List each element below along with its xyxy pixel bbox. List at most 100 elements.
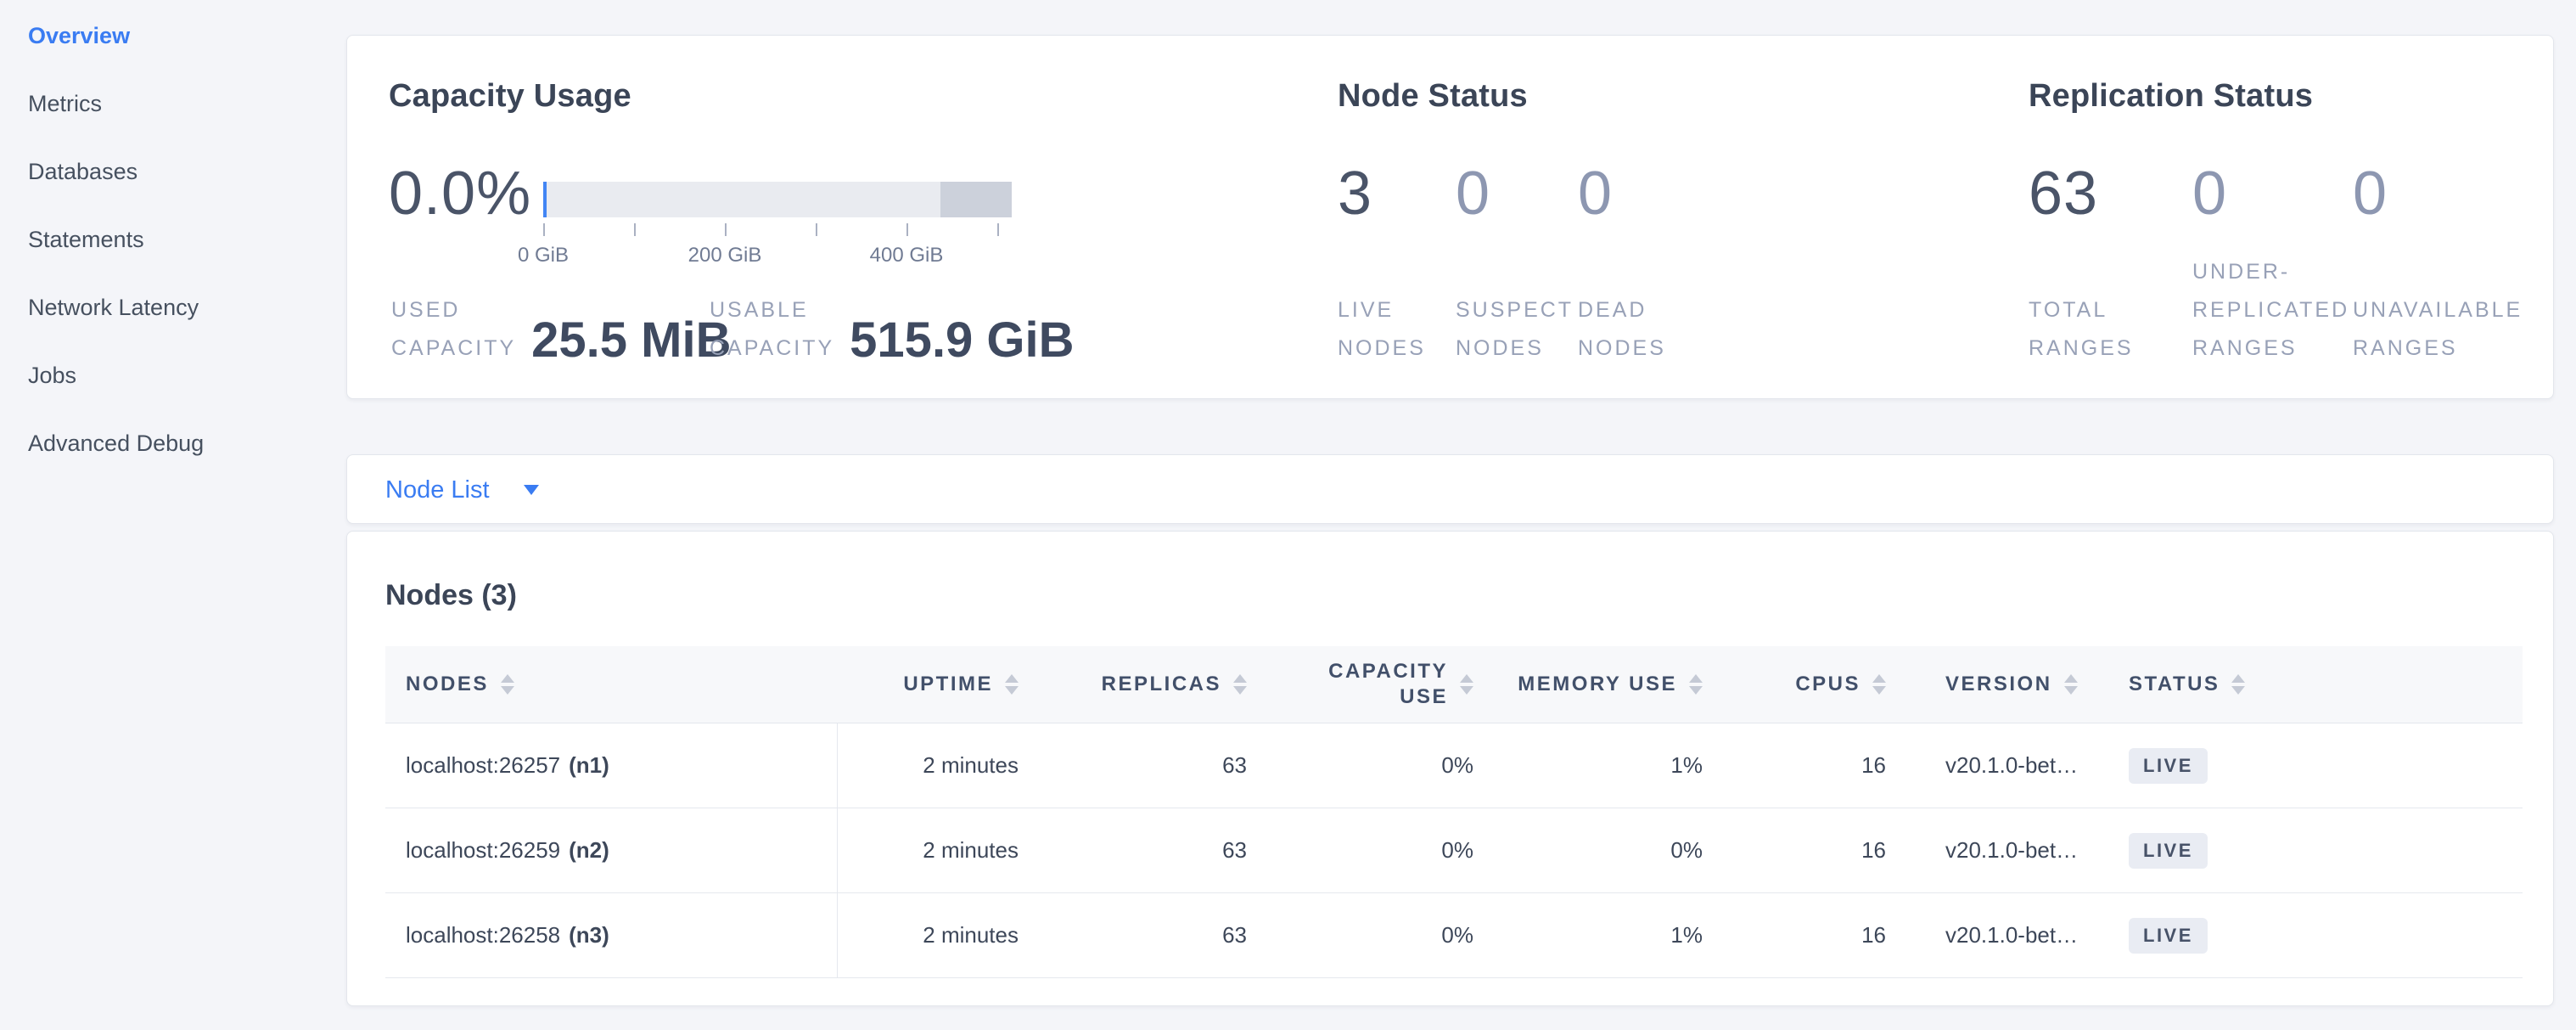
under-replicated-ranges-label: UNDER- REPLICATED RANGES <box>2192 253 2353 368</box>
sort-icon <box>501 674 514 695</box>
suspect-nodes-label: SUSPECT NODES <box>1456 291 1578 368</box>
column-header-memory-use[interactable]: MEMORY USE <box>1494 646 1723 723</box>
under-replicated-label-line3: RANGES <box>2192 329 2353 368</box>
capacity-axis-labels: 0 GiB 200 GiB 400 GiB <box>543 244 1012 269</box>
under-replicated-label-line2: REPLICATED <box>2192 291 2353 329</box>
column-header-cpus[interactable]: CPUS <box>1723 646 1906 723</box>
chevron-down-icon <box>524 485 539 495</box>
column-header-capacity-use[interactable]: CAPACITY USE <box>1267 646 1494 723</box>
sidebar-item-overview[interactable]: Overview <box>0 2 346 70</box>
total-ranges-label-line1: TOTAL <box>2029 291 2192 329</box>
node-name: (n1) <box>569 752 609 779</box>
suspect-nodes-count: 0 <box>1456 163 1578 224</box>
capacity-bar-used-segment <box>543 182 547 217</box>
column-header-capacity-use-label: CAPACITY USE <box>1328 659 1448 710</box>
column-header-version[interactable]: VERSION <box>1906 646 2096 723</box>
dead-nodes-label: DEAD NODES <box>1578 291 1666 368</box>
status-cell: LIVE <box>2096 808 2523 892</box>
unavailable-ranges-label: UNAVAILABLE RANGES <box>2353 291 2523 368</box>
sidebar-item-databases[interactable]: Databases <box>0 138 346 205</box>
under-replicated-ranges-count: 0 <box>2192 163 2353 224</box>
node-status-title: Node Status <box>1338 78 1528 115</box>
live-nodes-count: 3 <box>1338 163 1456 224</box>
node-status-numbers: 3 0 0 <box>1338 163 1613 224</box>
status-badge: LIVE <box>2129 833 2208 869</box>
capacity-use-cell: 0% <box>1267 723 1494 808</box>
capacity-bar-chart: 0 GiB 200 GiB 400 GiB <box>543 182 1012 269</box>
capacity-use-cell: 0% <box>1267 808 1494 892</box>
dead-nodes-count: 0 <box>1578 163 1613 224</box>
sort-icon <box>2231 674 2245 695</box>
usable-capacity-label-line2: CAPACITY <box>710 329 834 368</box>
sidebar-item-statements[interactable]: Statements <box>0 205 346 273</box>
sort-icon <box>1005 674 1019 695</box>
column-header-nodes-label: NODES <box>406 673 489 696</box>
total-ranges-label: TOTAL RANGES <box>2029 291 2192 368</box>
usable-capacity-stat: USABLE CAPACITY 515.9 GiB <box>710 291 1075 368</box>
column-header-cpus-label: CPUS <box>1795 673 1860 696</box>
node-name: (n3) <box>569 922 609 948</box>
table-row-node-1[interactable]: localhost:26257 (n1) 2 minutes 63 0% 1% … <box>385 723 2523 808</box>
unavailable-ranges-label-line1: UNAVAILABLE <box>2353 291 2523 329</box>
replication-status-numbers: 63 0 0 <box>2029 163 2388 224</box>
axis-label-200gib: 200 GiB <box>688 244 762 267</box>
column-header-status[interactable]: STATUS <box>2096 646 2523 723</box>
column-header-memory-use-label: MEMORY USE <box>1518 673 1677 696</box>
status-cell: LIVE <box>2096 723 2523 808</box>
cpus-cell: 16 <box>1723 893 1906 977</box>
capacity-use-cell: 0% <box>1267 893 1494 977</box>
node-list-dropdown[interactable]: Node List <box>385 455 539 525</box>
node-address: localhost:26259 <box>406 837 560 864</box>
sort-icon <box>2064 674 2078 695</box>
uptime-cell: 2 minutes <box>838 808 1039 892</box>
table-row-node-2[interactable]: localhost:26259 (n2) 2 minutes 63 0% 0% … <box>385 808 2523 893</box>
memory-use-cell: 0% <box>1494 808 1723 892</box>
replicas-cell: 63 <box>1039 723 1267 808</box>
live-nodes-label-line1: LIVE <box>1338 291 1456 329</box>
dead-nodes-label-line1: DEAD <box>1578 291 1666 329</box>
used-capacity-stat: USED CAPACITY 25.5 MiB <box>391 291 732 368</box>
node-address: localhost:26257 <box>406 752 560 779</box>
nodes-table: NODES UPTIME REPLICAS CAPACITY USE <box>385 646 2523 978</box>
capacity-bar-reserved-segment <box>940 182 1012 217</box>
axis-label-0gib: 0 GiB <box>518 244 569 267</box>
node-address-cell: localhost:26258 (n3) <box>385 893 838 977</box>
sidebar-item-advanced-debug[interactable]: Advanced Debug <box>0 409 346 477</box>
sidebar-item-jobs[interactable]: Jobs <box>0 341 346 409</box>
total-ranges-count: 63 <box>2029 163 2192 224</box>
capacity-bar <box>543 182 1012 217</box>
node-address-cell: localhost:26259 (n2) <box>385 808 838 892</box>
column-header-status-label: STATUS <box>2129 673 2220 696</box>
column-header-version-label: VERSION <box>1945 673 2052 696</box>
column-header-nodes[interactable]: NODES <box>385 646 838 723</box>
replication-status-labels: TOTAL RANGES UNDER- REPLICATED RANGES UN… <box>2029 253 2523 368</box>
replicas-cell: 63 <box>1039 808 1267 892</box>
sidebar: Overview Metrics Databases Statements Ne… <box>0 0 346 1030</box>
column-header-replicas[interactable]: REPLICAS <box>1039 646 1267 723</box>
under-replicated-label-line1: UNDER- <box>2192 253 2353 291</box>
table-row-node-3[interactable]: localhost:26258 (n3) 2 minutes 63 0% 1% … <box>385 893 2523 978</box>
used-capacity-label-line1: USED <box>391 291 516 329</box>
suspect-nodes-label-line2: NODES <box>1456 329 1578 368</box>
used-capacity-label-line2: CAPACITY <box>391 329 516 368</box>
capacity-use-label-line2: USE <box>1400 684 1448 710</box>
uptime-cell: 2 minutes <box>838 723 1039 808</box>
version-cell: v20.1.0-bet… <box>1906 808 2096 892</box>
node-address-cell: localhost:26257 (n1) <box>385 723 838 808</box>
node-name: (n2) <box>569 837 609 864</box>
uptime-cell: 2 minutes <box>838 893 1039 977</box>
node-address: localhost:26258 <box>406 922 560 948</box>
sidebar-item-network-latency[interactable]: Network Latency <box>0 273 346 341</box>
status-badge: LIVE <box>2129 918 2208 954</box>
unavailable-ranges-label-line2: RANGES <box>2353 329 2523 368</box>
node-status-labels: LIVE NODES SUSPECT NODES DEAD NODES <box>1338 291 1666 368</box>
capacity-axis-ticks <box>543 223 1012 237</box>
column-header-uptime[interactable]: UPTIME <box>838 646 1039 723</box>
usable-capacity-label-line1: USABLE <box>710 291 834 329</box>
status-cell: LIVE <box>2096 893 2523 977</box>
cpus-cell: 16 <box>1723 723 1906 808</box>
sort-icon <box>1689 674 1703 695</box>
sidebar-item-metrics[interactable]: Metrics <box>0 70 346 138</box>
node-list-dropdown-label: Node List <box>385 476 490 504</box>
sort-icon <box>1460 674 1473 695</box>
